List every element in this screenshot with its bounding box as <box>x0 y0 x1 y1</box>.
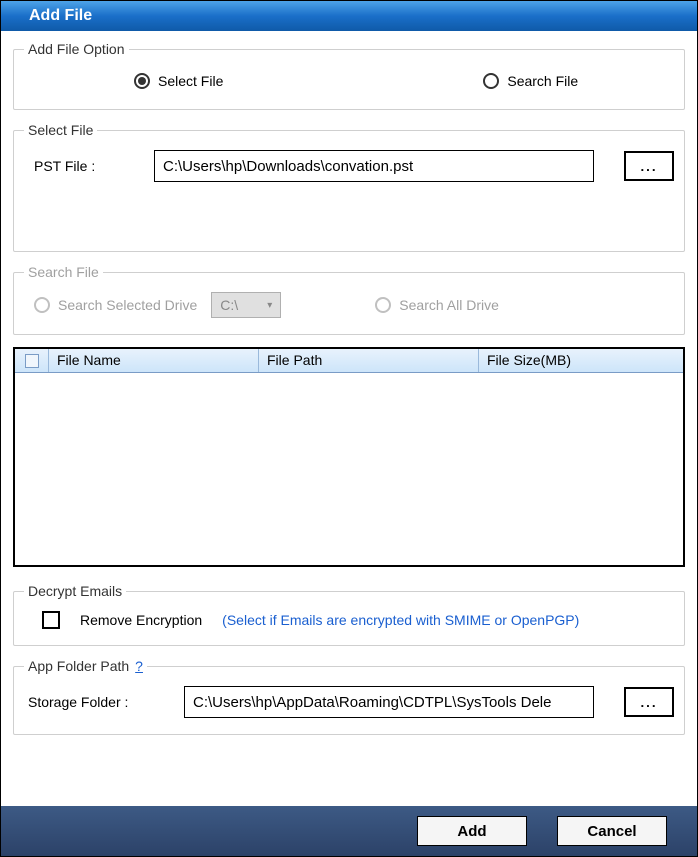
table-header-checkbox-cell[interactable] <box>15 349 49 372</box>
storage-folder-label: Storage Folder : <box>24 694 174 710</box>
select-file-radio[interactable]: Select File <box>134 73 223 89</box>
app-folder-path-group: App Folder Path ? Storage Folder : ... <box>13 658 685 735</box>
help-icon[interactable]: ? <box>135 658 143 674</box>
select-file-group: Select File PST File : ... <box>13 122 685 252</box>
search-all-drive-label: Search All Drive <box>399 297 499 313</box>
decrypt-emails-legend: Decrypt Emails <box>24 583 126 599</box>
pst-file-input[interactable] <box>154 150 594 182</box>
pst-browse-button[interactable]: ... <box>624 151 674 181</box>
add-button[interactable]: Add <box>417 816 527 846</box>
decrypt-emails-group: Decrypt Emails Remove Encryption (Select… <box>13 583 685 646</box>
remove-encryption-checkbox[interactable] <box>42 611 60 629</box>
search-file-legend: Search File <box>24 264 103 280</box>
select-file-radio-label: Select File <box>158 73 223 89</box>
pst-file-label: PST File : <box>24 158 144 174</box>
dialog-action-bar: Add Cancel <box>1 806 697 856</box>
select-all-checkbox[interactable] <box>25 354 39 368</box>
search-selected-drive-radio: Search Selected Drive <box>34 297 197 313</box>
search-all-drive-radio: Search All Drive <box>375 297 499 313</box>
add-file-option-group: Add File Option Select File Search File <box>13 41 685 110</box>
drive-select: C:\ ▾ <box>211 292 281 318</box>
window-title: Add File <box>29 7 92 24</box>
table-header-filepath[interactable]: File Path <box>259 349 479 372</box>
chevron-down-icon: ▾ <box>267 300 272 311</box>
radio-icon <box>34 297 50 313</box>
storage-folder-input[interactable] <box>184 686 594 718</box>
cancel-button[interactable]: Cancel <box>557 816 667 846</box>
remove-encryption-label: Remove Encryption <box>80 612 202 628</box>
drive-select-value: C:\ <box>220 297 238 313</box>
radio-icon <box>483 73 499 89</box>
search-file-radio-label: Search File <box>507 73 578 89</box>
file-results-table: File Name File Path File Size(MB) <box>13 347 685 567</box>
radio-icon <box>134 73 150 89</box>
radio-icon <box>375 297 391 313</box>
decrypt-hint: (Select if Emails are encrypted with SMI… <box>222 612 579 628</box>
table-header-filesize[interactable]: File Size(MB) <box>479 349 683 372</box>
app-folder-path-legend: App Folder Path ? <box>24 658 147 674</box>
search-selected-drive-label: Search Selected Drive <box>58 297 197 313</box>
search-file-radio[interactable]: Search File <box>483 73 578 89</box>
window-titlebar: Add File <box>1 1 697 31</box>
add-file-option-legend: Add File Option <box>24 41 129 57</box>
table-header-row: File Name File Path File Size(MB) <box>15 349 683 373</box>
select-file-legend: Select File <box>24 122 97 138</box>
table-header-filename[interactable]: File Name <box>49 349 259 372</box>
dialog-content: Add File Option Select File Search File … <box>1 31 697 806</box>
storage-browse-button[interactable]: ... <box>624 687 674 717</box>
search-file-group: Search File Search Selected Drive C:\ ▾ … <box>13 264 685 335</box>
